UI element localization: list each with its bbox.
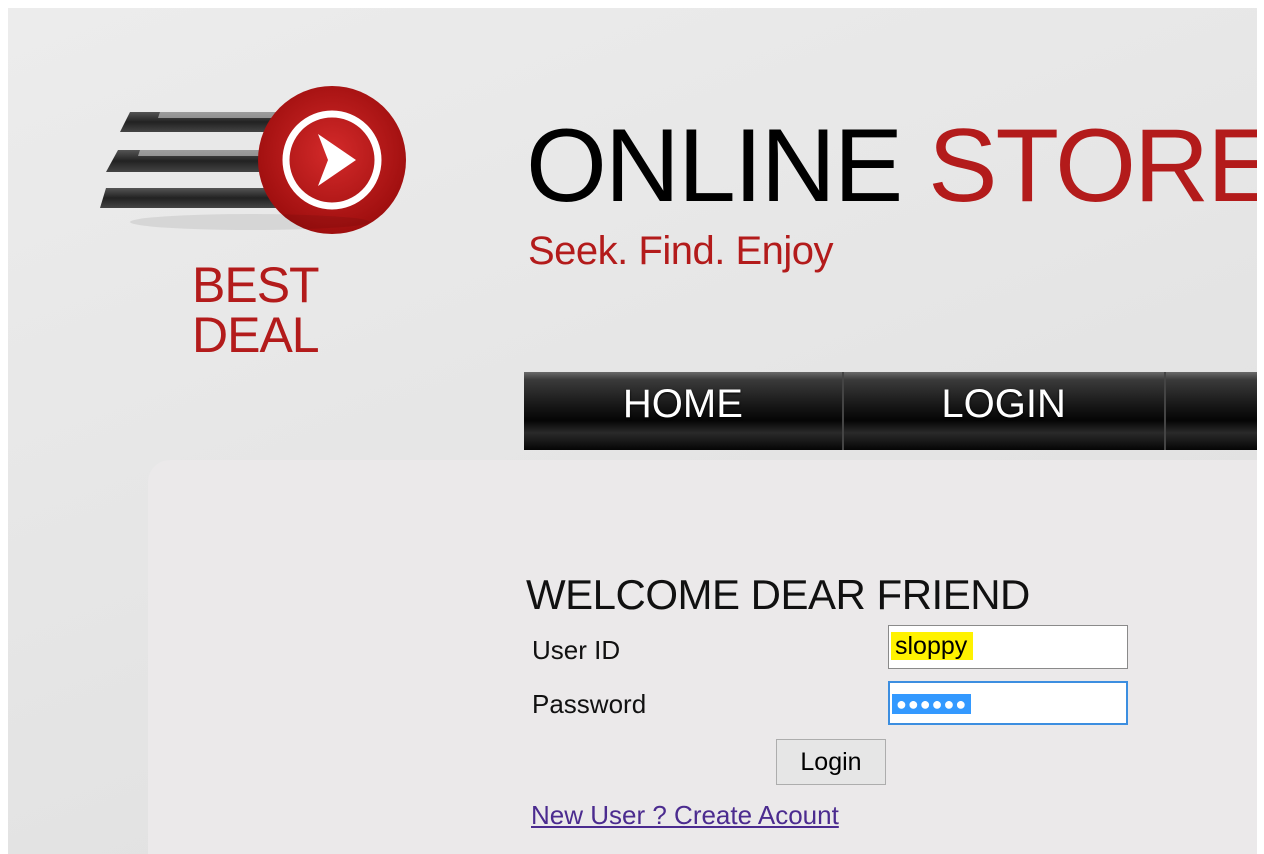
password-value: ●●●●●●	[892, 694, 972, 715]
store-title-part2: STORE	[928, 108, 1257, 224]
store-title-part1: ONLINE	[526, 108, 929, 224]
tagline: Seek. Find. Enjoy	[528, 229, 834, 273]
logo-line-2: DEAL	[192, 307, 320, 363]
nav-item-partial[interactable]	[1165, 372, 1257, 450]
create-account-link[interactable]: New User ? Create Acount	[531, 800, 839, 831]
main-nav: HOME LOGIN	[524, 372, 1257, 450]
play-arrow-logo-icon	[100, 86, 406, 234]
password-label: Password	[532, 689, 647, 719]
page-viewport: BEST DEAL ONLINE STORE Seek. Find. Enjoy…	[8, 8, 1257, 854]
login-button[interactable]: Login	[776, 739, 886, 785]
nav-item-home[interactable]: HOME	[524, 372, 844, 450]
user-id-input[interactable]: sloppy	[888, 625, 1128, 669]
logo-wordmark: BEST DEAL	[192, 260, 392, 360]
logo-line-1: BEST	[192, 257, 320, 313]
welcome-heading: WELCOME DEAR FRIEND	[526, 571, 1030, 618]
user-id-value: sloppy	[891, 632, 974, 660]
nav-item-login[interactable]: LOGIN	[843, 372, 1166, 450]
user-id-label: User ID	[532, 635, 621, 665]
store-title: ONLINE STORE	[526, 106, 1257, 226]
password-input[interactable]: ●●●●●●	[888, 681, 1128, 725]
